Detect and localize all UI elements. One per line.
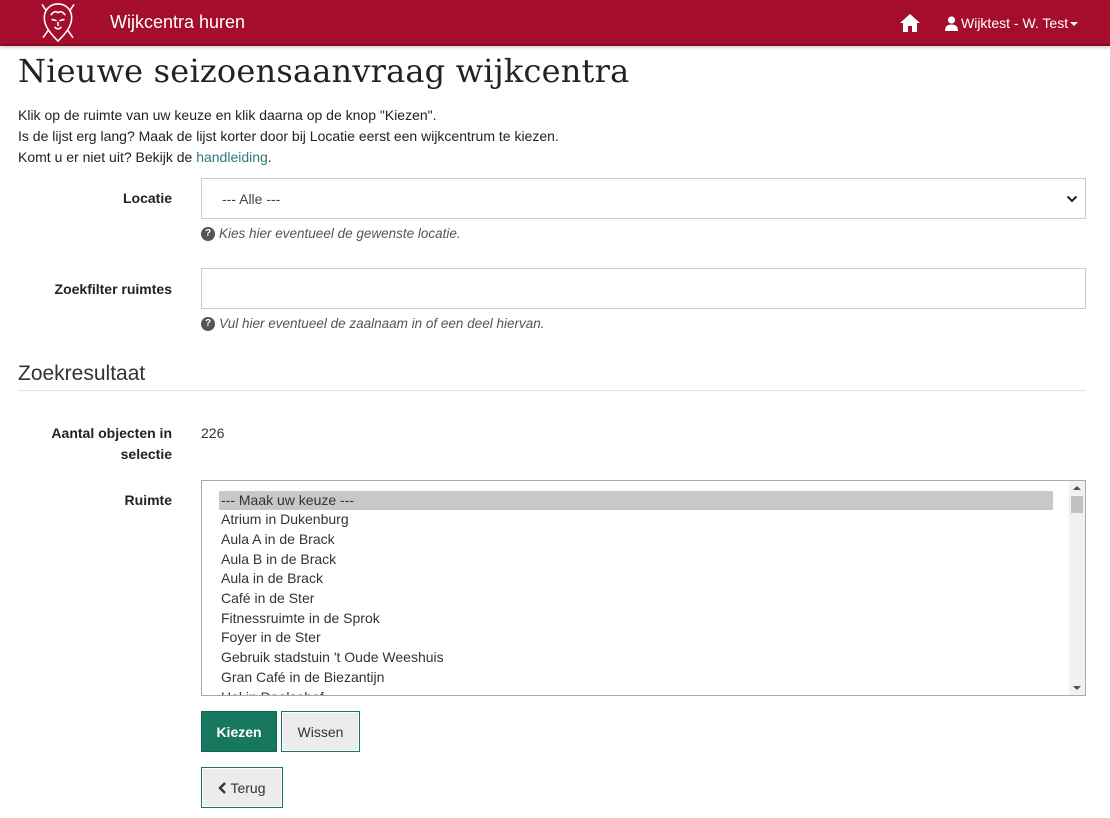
intro-line-prefix: Komt u er niet uit? Bekijk de (18, 149, 197, 165)
ruimte-option[interactable]: Aula in de Brack (219, 569, 1053, 589)
terug-button[interactable]: Terug (201, 767, 283, 808)
caret-down-icon (1070, 21, 1079, 26)
brand-title[interactable]: Wijkcentra huren (110, 12, 245, 33)
question-circle-icon: ? (201, 316, 215, 331)
ruimte-option[interactable]: Gebruik stadstuin 't Oude Weeshuis (219, 648, 1053, 668)
zoekfilter-input[interactable] (201, 268, 1086, 309)
top-navbar: Wijkcentra huren Wijktest - W. Test (0, 0, 1110, 46)
locatie-select[interactable]: --- Alle --- (201, 178, 1086, 219)
handleiding-link[interactable]: handleiding (196, 149, 268, 165)
ruimte-option[interactable]: Hal in Daalsehof (219, 688, 1053, 696)
zoekfilter-help: ? Vul hier eventueel de zaalnaam in of e… (201, 316, 544, 331)
lion-crest-logo[interactable] (38, 1, 78, 44)
count-label-line: Aantal objecten in (51, 425, 172, 441)
scroll-down-icon[interactable] (1073, 686, 1081, 690)
zoekfilter-help-text: Vul hier eventueel de zaalnaam in of een… (219, 316, 545, 331)
locatie-help-text: Kies hier eventueel de gewenste locatie. (219, 226, 461, 241)
user-menu-dropdown[interactable]: Wijktest - W. Test (945, 14, 1079, 32)
ruimte-option[interactable]: Gran Café in de Biezantijn (219, 668, 1053, 688)
ruimte-label: Ruimte (124, 492, 172, 508)
scrollbar[interactable] (1069, 481, 1085, 695)
intro-line: Is de lijst erg lang? Maak de lijst kort… (18, 128, 559, 144)
intro-line-suffix: . (267, 149, 272, 165)
chevron-left-icon (218, 781, 227, 794)
zoekfilter-label: Zoekfilter ruimtes (54, 281, 172, 297)
home-icon[interactable] (899, 13, 921, 33)
scroll-thumb[interactable] (1071, 496, 1083, 513)
locatie-label: Locatie (122, 190, 172, 206)
count-label: Aantal objecten in selectie (51, 423, 172, 465)
ruimte-option[interactable]: Foyer in de Ster (219, 628, 1053, 648)
intro-line: Klik op de ruimte van uw keuze en klik d… (18, 107, 437, 123)
scroll-up-icon[interactable] (1073, 486, 1081, 490)
kiezen-button[interactable]: Kiezen (201, 711, 277, 752)
ruimte-option[interactable]: Fitnessruimte in de Sprok (219, 609, 1053, 629)
user-icon (945, 15, 958, 31)
user-name: Wijktest - W. Test (961, 15, 1069, 31)
ruimte-option[interactable]: Café in de Ster (219, 589, 1053, 609)
ruimte-option[interactable]: Aula A in de Brack (219, 530, 1053, 550)
count-label-line: selectie (120, 446, 172, 462)
question-circle-icon: ? (201, 226, 215, 241)
locatie-selected-value: --- Alle --- (222, 190, 281, 207)
chevron-down-icon (1066, 195, 1078, 203)
count-value: 226 (201, 425, 225, 441)
ruimte-option[interactable]: --- Maak uw keuze --- (219, 490, 1053, 511)
locatie-help: ? Kies hier eventueel de gewenste locati… (201, 226, 461, 241)
intro-text: Klik op de ruimte van uw keuze en klik d… (18, 105, 559, 168)
ruimte-option[interactable]: Atrium in Dukenburg (219, 510, 1053, 530)
results-heading: Zoekresultaat (18, 362, 146, 385)
page-title: Nieuwe seizoensaanvraag wijkcentra (18, 52, 630, 90)
terug-label: Terug (230, 779, 266, 796)
ruimte-listbox[interactable]: --- Maak uw keuze --- Atrium in Dukenburg… (201, 480, 1086, 696)
divider (18, 390, 1086, 391)
wissen-button[interactable]: Wissen (281, 711, 360, 752)
intro-line: Komt u er niet uit? Bekijk de handleidin… (18, 147, 559, 168)
ruimte-option[interactable]: Aula B in de Brack (219, 550, 1053, 570)
